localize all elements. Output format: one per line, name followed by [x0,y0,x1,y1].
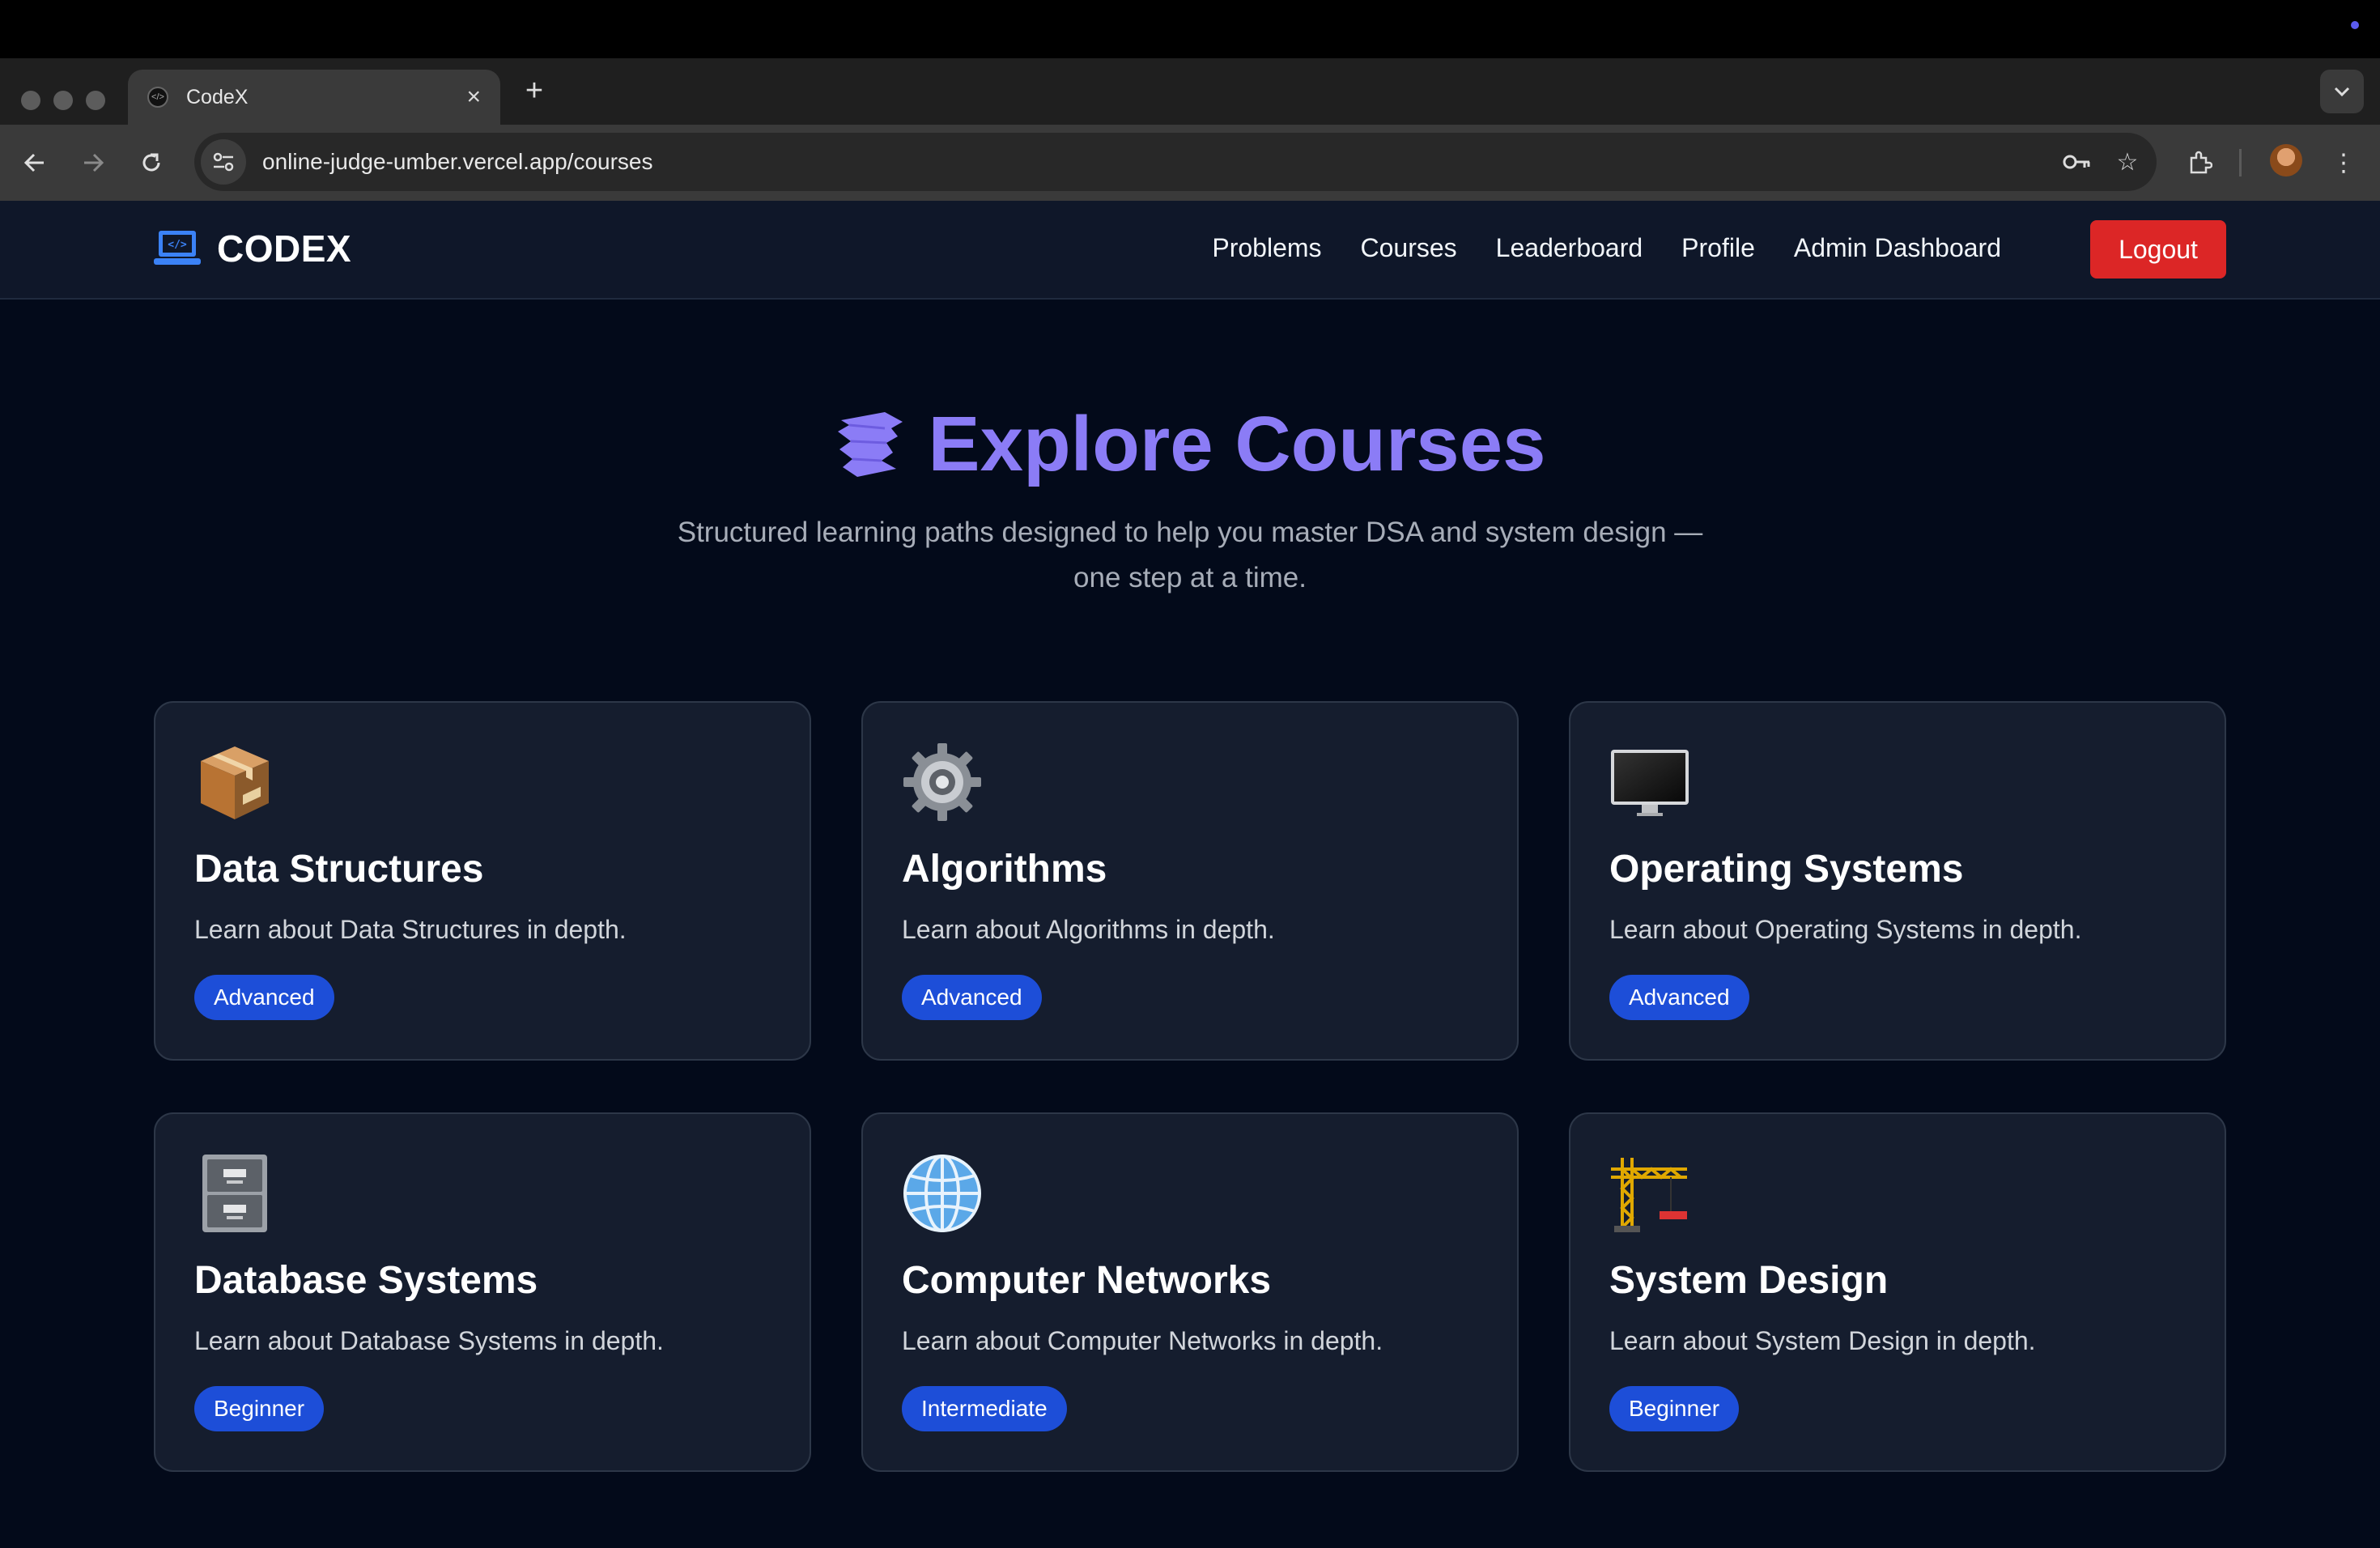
level-badge: Advanced [902,975,1042,1020]
site-navbar: </> CODEX Problems Courses Leaderboard P… [0,201,2380,300]
course-title: Operating Systems [1609,848,1964,891]
nav-link-courses[interactable]: Courses [1361,233,1457,263]
desktop-computer-icon [1611,750,1689,816]
back-button[interactable] [16,144,53,181]
globe-icon [903,1155,981,1232]
forward-button[interactable] [74,144,112,181]
course-title: Data Structures [194,848,484,891]
arrow-left-icon [23,153,44,172]
nav-link-leaderboard[interactable]: Leaderboard [1496,233,1643,263]
course-description: Learn about Algorithms in depth. [902,915,1275,944]
arrow-right-icon [84,153,104,172]
reload-icon [142,153,160,172]
browser-toolbar: online-judge-umber.vercel.app/courses ☆ … [0,125,2380,201]
extensions-icon[interactable] [2179,142,2220,183]
menu-bar [0,0,2380,58]
course-card-database-systems[interactable]: Database Systems Learn about Database Sy… [154,1112,811,1472]
nav-link-profile[interactable]: Profile [1681,233,1755,263]
course-card-algorithms[interactable]: Algorithms Learn about Algorithms in dep… [861,701,1519,1061]
level-badge: Advanced [1609,975,1749,1020]
site-settings-icon[interactable] [201,139,246,185]
course-title: System Design [1609,1259,1889,1302]
construction-crane-icon [1611,1158,1687,1232]
course-title: Algorithms [902,848,1107,891]
tab-search-button[interactable] [2320,70,2364,113]
close-tab-icon[interactable]: × [466,85,481,109]
reload-button[interactable] [133,144,170,181]
hero-section: Explore Courses [0,400,2380,489]
level-badge: Beginner [1609,1386,1740,1431]
course-description: Learn about Database Systems in depth. [194,1326,664,1355]
course-card-data-structures[interactable]: Data Structures Learn about Data Structu… [154,701,811,1061]
file-cabinet-icon [202,1155,267,1232]
brand-name: CODEX [217,228,352,270]
favicon-icon: </> [147,87,168,108]
nav-link-problems[interactable]: Problems [1212,233,1321,263]
puzzle-icon [2190,151,2212,174]
course-title: Computer Networks [902,1259,1272,1302]
nav-links: Problems Courses Leaderboard Profile Adm… [1212,233,2001,263]
course-card-system-design[interactable]: System Design Learn about System Design … [1569,1112,2226,1472]
course-card-computer-networks[interactable]: Computer Networks Learn about Computer N… [861,1112,1519,1472]
brand-logo[interactable]: </> CODEX [154,227,351,270]
browser-menu-icon[interactable]: ⋮ [2323,142,2364,183]
key-icon [2063,155,2090,169]
minimize-window-button[interactable] [53,91,73,110]
level-badge: Intermediate [902,1386,1067,1431]
tune-icon [213,152,234,172]
course-description: Learn about Computer Networks in depth. [902,1326,1383,1355]
gear-icon [903,743,981,821]
page-subtitle: Structured learning paths designed to he… [0,510,2380,601]
new-tab-button[interactable]: + [518,74,550,107]
maximize-window-button[interactable] [86,91,105,110]
browser-tab[interactable]: </> CodeX × [128,70,500,125]
bookmark-star-icon[interactable]: ☆ [2106,141,2148,183]
tab-title: CodeX [186,85,249,108]
page: </> CODEX Problems Courses Leaderboard P… [0,201,2380,1548]
password-key-icon[interactable] [2056,141,2098,183]
page-title-text: Explore Courses [928,401,1546,487]
laptop-code-icon: </> [154,231,201,265]
logout-button[interactable]: Logout [2090,220,2226,279]
course-description: Learn about System Design in depth. [1609,1326,2036,1355]
status-indicator-icon [2351,21,2359,29]
course-card-operating-systems[interactable]: Operating Systems Learn about Operating … [1569,701,2226,1061]
books-icon [837,412,903,477]
course-title: Database Systems [194,1259,538,1302]
level-badge: Beginner [194,1386,325,1431]
browser-tab-bar: </> CodeX × + [0,58,2380,125]
subtitle-line-2: one step at a time. [1073,562,1307,593]
page-title: Explore Courses [835,400,1546,489]
course-description: Learn about Data Structures in depth. [194,915,627,944]
address-bar[interactable]: online-judge-umber.vercel.app/courses ☆ [194,133,2157,191]
chevron-down-icon [2334,87,2350,97]
svg-text:</>: </> [168,239,187,251]
toolbar-divider [2239,149,2242,176]
level-badge: Advanced [194,975,334,1020]
close-window-button[interactable] [21,91,40,110]
course-description: Learn about Operating Systems in depth. [1609,915,2082,944]
nav-link-admin-dashboard[interactable]: Admin Dashboard [1794,233,2001,263]
url-text[interactable]: online-judge-umber.vercel.app/courses [262,149,2056,175]
package-icon [201,746,269,819]
subtitle-line-1: Structured learning paths designed to he… [677,517,1703,548]
profile-avatar[interactable] [2270,144,2302,176]
